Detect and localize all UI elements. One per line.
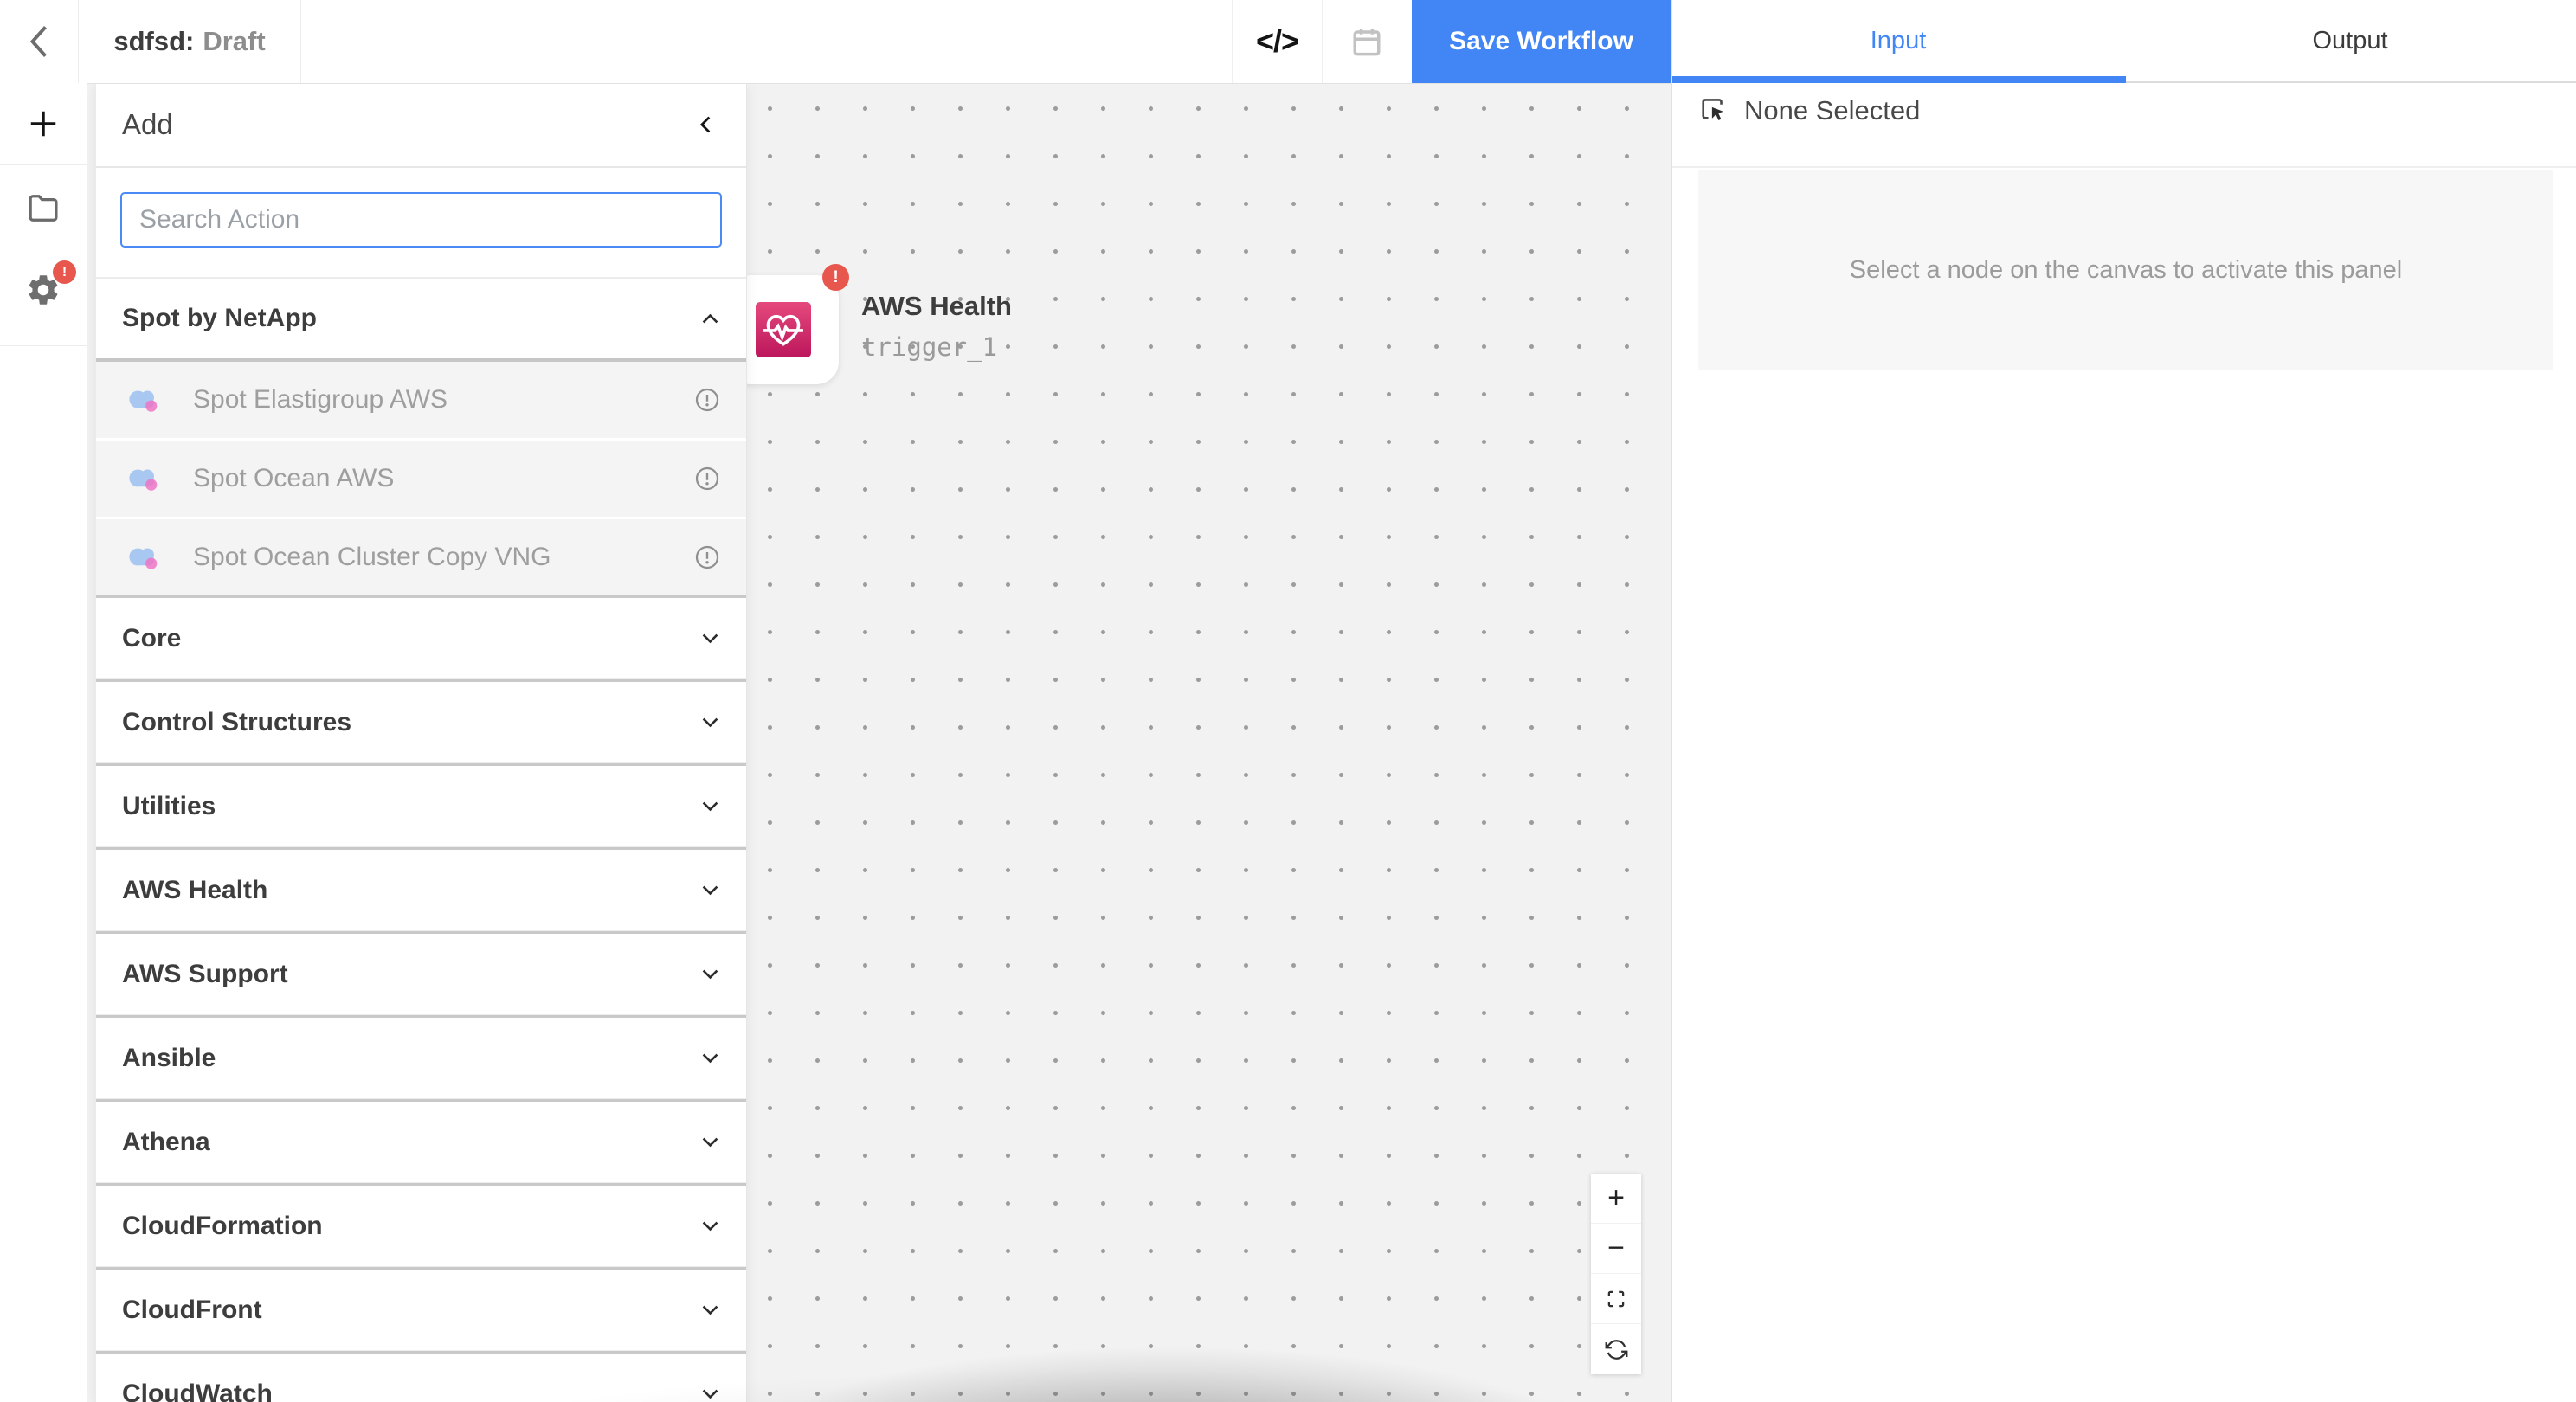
accordion-section-athena[interactable]: Athena	[96, 1099, 746, 1183]
workflow-name: sdfsd:	[113, 26, 194, 57]
active-tab-indicator	[1672, 76, 2126, 83]
accordion-section-utilities[interactable]: Utilities	[96, 763, 746, 847]
exclamation-circle-icon[interactable]	[694, 387, 720, 413]
inspector-tabs: Input Output	[1672, 0, 2576, 83]
folder-icon	[25, 189, 61, 225]
minus-icon: −	[1607, 1232, 1625, 1265]
section-label: Spot by NetApp	[122, 304, 317, 333]
section-label: CloudWatch	[122, 1379, 273, 1402]
node-title: AWS Health	[861, 291, 1012, 322]
empty-state-message: Select a node on the canvas to activate …	[1850, 256, 2402, 285]
aws-health-heart-icon	[756, 302, 811, 357]
settings-button[interactable]: !	[0, 248, 87, 331]
plugin-items-group: Spot Elastigroup AWS Spot Oc	[96, 358, 746, 595]
code-icon: </>	[1256, 23, 1298, 60]
add-actions-panel: Add Spot by NetApp	[95, 83, 747, 1402]
section-label: Utilities	[122, 792, 216, 821]
collapse-panel-button[interactable]	[695, 112, 718, 138]
add-node-button[interactable]	[0, 83, 87, 165]
top-bar: sdfsd: Draft </> Save Workflow	[0, 0, 1671, 84]
chevron-left-icon	[26, 23, 52, 61]
accordion-section-cloudfront[interactable]: CloudFront	[96, 1267, 746, 1351]
plugin-label: Spot Elastigroup AWS	[193, 385, 694, 415]
accordion-section-ansible[interactable]: Ansible	[96, 1015, 746, 1099]
fit-view-icon	[1605, 1288, 1627, 1310]
node-id: trigger_1	[861, 332, 1012, 362]
spot-cloud-icon	[126, 386, 164, 415]
chevron-down-icon	[699, 627, 722, 650]
chevron-down-icon	[699, 1298, 722, 1322]
reset-view-button[interactable]	[1591, 1324, 1641, 1374]
chevron-down-icon	[699, 962, 722, 986]
section-label: Ansible	[122, 1044, 216, 1073]
chevron-down-icon	[699, 1130, 722, 1154]
chevron-down-icon	[699, 1214, 722, 1238]
accordion-section-cloudformation[interactable]: CloudFormation	[96, 1183, 746, 1267]
section-label: Athena	[122, 1128, 210, 1157]
schedule-button[interactable]	[1322, 0, 1412, 83]
section-label: AWS Support	[122, 960, 288, 989]
tab-input[interactable]: Input	[1672, 0, 2124, 81]
back-button[interactable]	[0, 0, 79, 83]
exclamation-circle-icon[interactable]	[694, 466, 720, 492]
tab-output[interactable]: Output	[2124, 0, 2576, 81]
chevron-down-icon	[699, 1046, 722, 1070]
spot-cloud-icon	[126, 543, 164, 572]
section-label: Core	[122, 624, 181, 653]
empty-state: Select a node on the canvas to activate …	[1698, 170, 2553, 370]
canvas-zoom-controls: + −	[1591, 1174, 1641, 1374]
chevron-left-icon	[695, 112, 718, 138]
chevron-down-icon	[699, 878, 722, 902]
plugin-label: Spot Ocean AWS	[193, 464, 694, 493]
projects-button[interactable]	[0, 165, 87, 248]
accordion-section-cloudwatch[interactable]: CloudWatch	[96, 1351, 746, 1402]
fit-view-button[interactable]	[1591, 1274, 1641, 1324]
save-workflow-button[interactable]: Save Workflow	[1412, 0, 1671, 83]
chevron-down-icon	[699, 711, 722, 734]
chevron-down-icon	[699, 794, 722, 818]
list-item-spot-ocean-cluster-copy-vng[interactable]: Spot Ocean Cluster Copy VNG	[96, 519, 746, 595]
accordion-section-core[interactable]: Core	[96, 595, 746, 679]
node-labels: AWS Health trigger_1	[861, 291, 1012, 362]
calendar-icon	[1348, 23, 1386, 61]
section-label: Control Structures	[122, 708, 351, 737]
section-label: CloudFormation	[122, 1212, 323, 1241]
rail-section: !	[0, 165, 87, 346]
workflow-title: sdfsd: Draft	[79, 0, 301, 83]
node-inspector-panel: Input Output None Selected Select a node…	[1671, 0, 2576, 1402]
zoom-in-button[interactable]: +	[1591, 1174, 1641, 1224]
selection-title: None Selected	[1744, 95, 1920, 126]
left-rail: !	[0, 83, 87, 1402]
plus-icon	[27, 107, 60, 140]
node-error-badge: !	[822, 264, 849, 291]
settings-alert-badge: !	[53, 260, 76, 284]
list-item-spot-elastigroup-aws[interactable]: Spot Elastigroup AWS	[96, 362, 746, 441]
accordion-section-spot-by-netapp[interactable]: Spot by NetApp	[96, 279, 746, 358]
zoom-out-button[interactable]: −	[1591, 1224, 1641, 1274]
list-item-spot-ocean-aws[interactable]: Spot Ocean AWS	[96, 441, 746, 519]
spot-cloud-icon	[126, 465, 164, 493]
section-label: CloudFront	[122, 1296, 262, 1325]
exclamation-circle-icon[interactable]	[694, 544, 720, 570]
panel-title: Add	[122, 108, 173, 141]
accordion-section-control-structures[interactable]: Control Structures	[96, 679, 746, 763]
plus-icon: +	[1607, 1181, 1625, 1215]
section-label: AWS Health	[122, 876, 267, 905]
panel-header: Add	[96, 83, 746, 168]
reset-view-icon	[1605, 1338, 1628, 1361]
chevron-up-icon	[699, 307, 722, 331]
selection-header: None Selected	[1672, 83, 2576, 168]
workflow-status: Draft	[203, 26, 265, 57]
plugin-label: Spot Ocean Cluster Copy VNG	[193, 543, 694, 572]
chevron-down-icon	[699, 1382, 722, 1402]
accordion-section-aws-support[interactable]: AWS Support	[96, 931, 746, 1015]
accordion-section-aws-health[interactable]: AWS Health	[96, 847, 746, 931]
search-action-input[interactable]	[120, 192, 722, 248]
search-container	[96, 168, 746, 279]
select-cursor-icon	[1697, 93, 1729, 125]
code-view-button[interactable]: </>	[1232, 0, 1323, 83]
